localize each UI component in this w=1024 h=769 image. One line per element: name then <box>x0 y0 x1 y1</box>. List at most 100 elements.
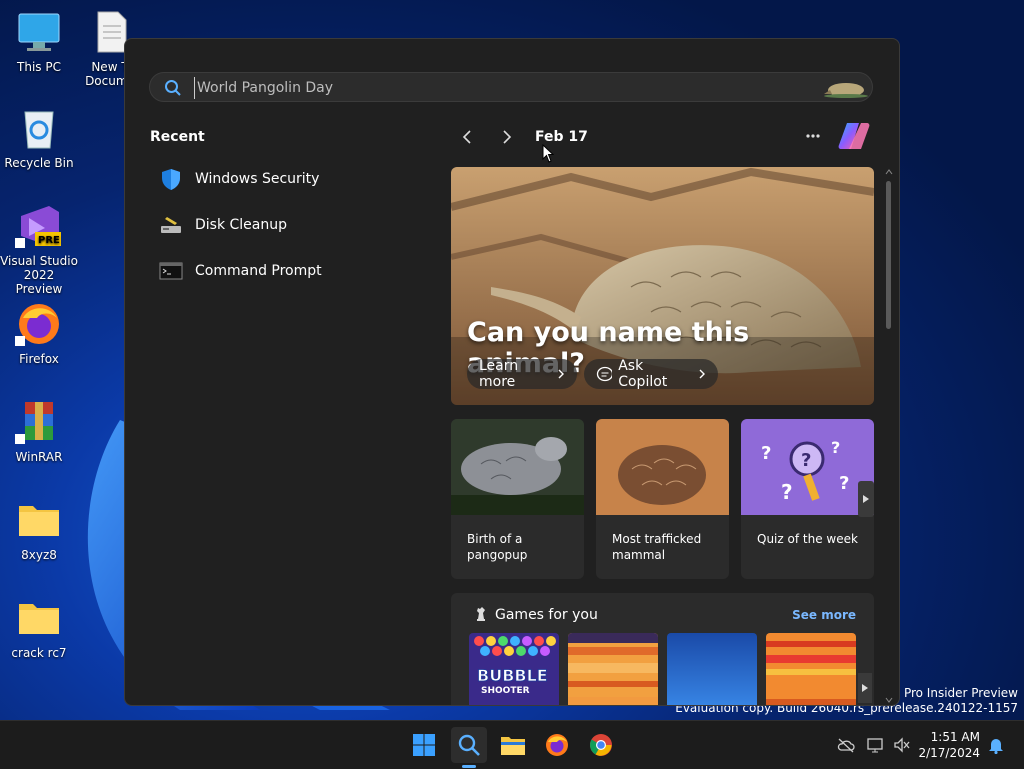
speaker-muted-icon <box>894 737 910 753</box>
firefox-icon <box>15 304 59 346</box>
desktop-icon-folder-8xyz8[interactable]: 8xyz8 <box>0 496 78 562</box>
svg-text:?: ? <box>839 473 849 494</box>
card-label: Birth of a pangopup <box>467 532 528 562</box>
shield-icon <box>162 169 180 190</box>
learn-more-button[interactable]: Learn more <box>467 358 577 390</box>
firefox-taskbar-button[interactable] <box>539 727 575 763</box>
game-tile-bubble-shooter[interactable]: BUBBLE SHOOTER <box>469 633 559 705</box>
card-quiz-of-the-week[interactable]: ????? Quiz of the week <box>741 419 874 579</box>
scroll-down-icon <box>885 697 893 703</box>
desktop-icon-label: crack rc7 <box>11 646 67 660</box>
start-button[interactable] <box>406 727 442 763</box>
bell-icon <box>989 739 1003 754</box>
desktop-icon-firefox[interactable]: Firefox <box>0 300 78 366</box>
recent-item-label: Windows Security <box>195 171 320 187</box>
svg-text:?: ? <box>831 438 840 457</box>
card-birth-of-pangopup[interactable]: Birth of a pangopup <box>451 419 584 579</box>
clock-date: 2/17/2024 <box>918 746 980 760</box>
network-icon <box>867 738 883 753</box>
search-icon <box>458 734 480 756</box>
winrar-icon <box>15 402 53 444</box>
game-thumbnail: BUBBLE SHOOTER <box>469 633 559 705</box>
recycle-bin-icon <box>24 111 54 149</box>
network-status-button[interactable] <box>866 735 886 755</box>
desktop-icon-label: 8xyz8 <box>21 548 57 562</box>
copilot-icon[interactable] <box>837 121 871 151</box>
disk-cleanup-icon <box>161 217 181 233</box>
game-tile-3[interactable] <box>667 633 757 705</box>
card-most-trafficked-mammal[interactable]: Most trafficked mammal <box>596 419 729 579</box>
svg-text:BUBBLE: BUBBLE <box>477 666 548 685</box>
network-disconnected-button[interactable] <box>836 735 856 755</box>
scrollbar-thumb[interactable] <box>886 181 891 329</box>
desktop-icon-recycle-bin[interactable]: Recycle Bin <box>0 104 78 170</box>
mouse-cursor-icon <box>542 144 555 163</box>
desktop-icon-label: Visual Studio 2022 Preview <box>0 254 78 296</box>
game-thumbnail <box>568 633 658 705</box>
recent-item-label: Disk Cleanup <box>195 217 288 233</box>
game-thumbnail <box>766 633 856 705</box>
cloud-off-icon <box>837 738 855 753</box>
desktop-icon-folder-crack-rc7[interactable]: crack rc7 <box>0 594 78 660</box>
desktop-icon-label: This PC <box>17 60 61 74</box>
card-label: Quiz of the week <box>757 532 858 546</box>
folder-icon <box>19 506 59 536</box>
clock-time: 1:51 AM <box>930 730 980 744</box>
recent-item-command-prompt[interactable]: Command Prompt <box>151 253 411 289</box>
recent-heading: Recent <box>150 129 205 145</box>
cards-scroll-right-button[interactable] <box>858 481 874 517</box>
games-scroll-right-button[interactable] <box>858 673 872 703</box>
card-image: ????? <box>741 419 874 515</box>
desktop-icon-label: WinRAR <box>15 450 63 464</box>
game-tile-2[interactable] <box>568 633 658 705</box>
monitor-icon <box>18 13 60 51</box>
svg-text:SHOOTER: SHOOTER <box>481 686 530 696</box>
hero-card[interactable]: Can you name this animal? Learn more Ask… <box>451 167 874 405</box>
recent-item-windows-security[interactable]: Windows Security <box>151 161 411 197</box>
chrome-taskbar-button[interactable] <box>583 727 619 763</box>
scroll-up-icon <box>885 169 893 175</box>
folder-icon <box>501 737 525 755</box>
games-section: Games for you See more BUBBLE SHOOTER <box>451 593 874 705</box>
more-dots-icon <box>806 134 820 138</box>
recent-item-label: Command Prompt <box>195 263 322 279</box>
games-heading: Games for you <box>495 607 598 623</box>
system-clock[interactable]: 1:51 AM 2/17/2024 <box>918 729 980 761</box>
notifications-button[interactable] <box>986 735 1006 755</box>
more-options-button[interactable] <box>805 127 821 147</box>
ask-copilot-label: Ask Copilot <box>618 358 668 390</box>
search-input[interactable] <box>194 77 799 99</box>
svg-text:?: ? <box>761 443 771 464</box>
chrome-icon <box>590 734 612 756</box>
chevron-right-icon <box>558 369 565 379</box>
caret-right-icon <box>863 495 869 503</box>
taskbar-search-button[interactable] <box>451 727 487 763</box>
highlights-scrollbar[interactable] <box>883 167 895 705</box>
see-more-link[interactable]: See more <box>792 608 856 622</box>
previous-day-button[interactable] <box>457 127 477 147</box>
desktop-icon-winrar[interactable]: WinRAR <box>0 398 78 464</box>
svg-text:?: ? <box>781 480 793 504</box>
next-day-button[interactable] <box>497 127 517 147</box>
svg-text:?: ? <box>801 450 811 471</box>
terminal-icon <box>159 262 183 280</box>
file-explorer-button[interactable] <box>495 727 531 763</box>
search-box[interactable] <box>149 72 873 102</box>
card-image <box>596 419 729 515</box>
desktop-icon-label: Firefox <box>19 352 59 366</box>
search-panel: Recent Windows Security Disk Cleanup Com… <box>124 38 900 706</box>
desktop-icon-visual-studio[interactable]: PRE Visual Studio 2022 Preview <box>0 202 78 296</box>
taskbar: 1:51 AM 2/17/2024 <box>0 720 1024 769</box>
chevron-right-icon <box>699 369 705 379</box>
volume-muted-button[interactable] <box>892 735 912 755</box>
firefox-icon <box>546 734 568 756</box>
desktop-icon-this-pc[interactable]: This PC <box>0 8 78 74</box>
ask-copilot-button[interactable]: Ask Copilot <box>584 358 718 390</box>
card-label: Most trafficked mammal <box>612 532 702 562</box>
recent-item-disk-cleanup[interactable]: Disk Cleanup <box>151 207 411 243</box>
learn-more-label: Learn more <box>479 358 519 390</box>
chevron-left-icon <box>462 130 471 144</box>
chess-piece-icon <box>477 607 485 621</box>
game-tile-4[interactable] <box>766 633 856 705</box>
game-thumbnail <box>667 633 757 705</box>
